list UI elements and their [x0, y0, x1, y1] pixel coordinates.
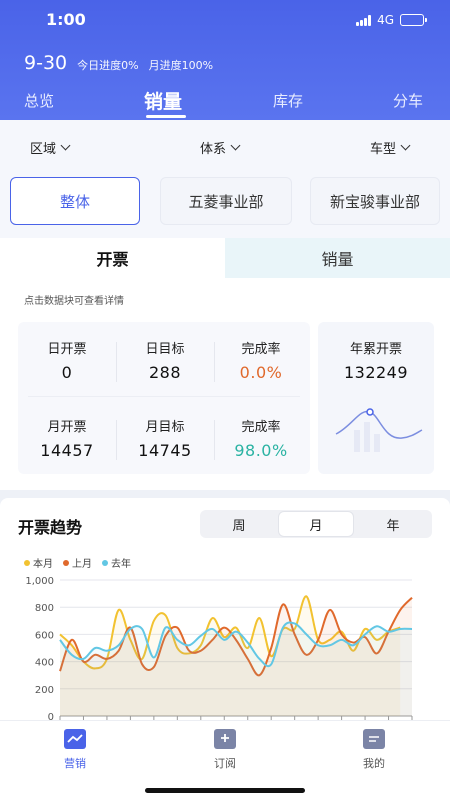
kpi-card: 开票 销量 点击数据块可查看详情 日开票 0 日目标 288 完成率 0.0% …	[0, 238, 450, 490]
signal-icon	[356, 14, 372, 26]
kpi-day-target[interactable]: 日目标 288	[116, 338, 214, 382]
tab-overview[interactable]: 总览	[24, 90, 54, 111]
system-filter-label: 体系	[200, 142, 227, 157]
monthly-progress: 月进度100%	[148, 59, 214, 72]
filter-panel: 区域 体系 车型 整体 五菱事业部 新宝骏事业部	[0, 120, 450, 238]
kpi-value: 98.0%	[234, 441, 288, 460]
kpi-label: 月开票	[47, 420, 87, 435]
period-year[interactable]: 年	[356, 512, 430, 536]
chart-icon	[64, 729, 86, 749]
trend-title: 开票趋势	[18, 518, 83, 537]
period-week[interactable]: 周	[202, 512, 276, 536]
kpi-month-target[interactable]: 月目标 14745	[116, 416, 214, 460]
legend-dot	[63, 559, 69, 566]
region-filter[interactable]: 区域	[30, 138, 71, 157]
chart-legend: 本月 上月 去年	[24, 555, 131, 570]
chevron-down-icon	[400, 140, 411, 151]
nav-marketing[interactable]: 营销	[35, 729, 115, 771]
hint-text: 点击数据块可查看详情	[24, 296, 124, 307]
message-icon	[363, 729, 385, 749]
nav-label: 订阅	[214, 757, 236, 770]
bookmark-plus-icon	[214, 729, 236, 749]
kpi-value: 14457	[40, 441, 94, 460]
region-filter-label: 区域	[30, 142, 57, 157]
active-tab-indicator	[146, 115, 186, 118]
top-tab-bar: 总览 销量 库存 分车	[0, 90, 450, 120]
trend-chart[interactable]: 0 200 400 600 800 1,000	[0, 570, 450, 720]
chevron-down-icon	[60, 140, 71, 151]
app-header: 1:00 4G 9-30 今日进度0% 月进度100% 总览 销量 库存 分车	[0, 0, 450, 120]
home-indicator	[145, 788, 305, 793]
nav-mine[interactable]: 我的	[334, 729, 414, 771]
y-tick-label: 200	[35, 685, 54, 696]
kpi-month-invoice[interactable]: 月开票 14457	[18, 416, 116, 460]
y-tick-label: 0	[48, 712, 54, 720]
y-tick-label: 1,000	[25, 576, 54, 587]
kpi-year-invoice[interactable]: 年累开票 132249	[318, 322, 434, 474]
division-selector: 整体 五菱事业部 新宝骏事业部	[10, 177, 440, 227]
legend-item[interactable]: 本月	[24, 555, 53, 570]
tab-invoice[interactable]: 开票	[0, 238, 225, 278]
chevron-down-icon	[230, 140, 241, 151]
legend-dot	[102, 559, 108, 566]
legend-label: 去年	[111, 559, 131, 570]
kpi-day-invoice[interactable]: 日开票 0	[18, 338, 116, 382]
nav-label: 我的	[363, 757, 385, 770]
y-tick-label: 400	[35, 658, 54, 669]
segment-overall[interactable]: 整体	[10, 177, 140, 225]
segment-new-baojun[interactable]: 新宝骏事业部	[310, 177, 440, 225]
kpi-value: 0	[61, 363, 73, 382]
nav-label: 营销	[64, 757, 86, 770]
kpi-label: 完成率	[241, 342, 281, 357]
system-filter[interactable]: 体系	[200, 138, 241, 157]
legend-label: 本月	[33, 559, 53, 570]
status-bar: 1:00 4G	[0, 10, 450, 32]
nav-subscribe[interactable]: 订阅	[185, 729, 265, 771]
kpi-value: 14745	[138, 441, 192, 460]
date-line: 9-30 今日进度0% 月进度100%	[24, 52, 213, 74]
tab-allocation[interactable]: 分车	[393, 90, 423, 111]
y-tick-label: 600	[35, 630, 54, 641]
network-label: 4G	[377, 13, 394, 27]
model-filter-label: 车型	[370, 142, 397, 157]
kpi-label: 完成率	[241, 420, 281, 435]
tab-inventory[interactable]: 库存	[273, 90, 303, 111]
status-time: 1:00	[46, 10, 86, 29]
model-filter[interactable]: 车型	[370, 138, 411, 157]
kpi-day-rate[interactable]: 完成率 0.0%	[212, 338, 310, 382]
legend-label: 上月	[72, 559, 92, 570]
period-month[interactable]: 月	[279, 512, 353, 536]
sparkline-icon	[335, 408, 423, 452]
y-tick-label: 800	[35, 603, 54, 614]
tab-sales-volume[interactable]: 销量	[225, 238, 450, 278]
legend-item[interactable]: 去年	[102, 555, 131, 570]
segment-wuling[interactable]: 五菱事业部	[160, 177, 292, 225]
kpi-label: 日开票	[47, 342, 87, 357]
legend-item[interactable]: 上月	[63, 555, 92, 570]
metric-tabs: 开票 销量	[0, 238, 450, 278]
current-date: 9-30	[24, 52, 68, 74]
kpi-month-rate[interactable]: 完成率 98.0%	[212, 416, 310, 460]
battery-icon	[400, 14, 427, 26]
kpi-label: 月目标	[145, 420, 185, 435]
period-toggle: 周 月 年	[200, 510, 432, 538]
kpi-value: 288	[148, 363, 182, 382]
trend-card: 开票趋势 周 月 年 本月 上月 去年 0 200 400 600 800 1,000	[0, 498, 450, 720]
legend-dot	[24, 559, 30, 566]
kpi-grid[interactable]: 日开票 0 日目标 288 完成率 0.0% 月开票 14457 月目标 147…	[18, 322, 310, 474]
filter-row: 区域 体系 车型	[0, 138, 450, 158]
divider	[28, 396, 300, 397]
kpi-value: 0.0%	[239, 363, 283, 382]
status-indicators: 4G	[356, 13, 427, 27]
tab-sales[interactable]: 销量	[144, 87, 182, 114]
daily-progress: 今日进度0%	[77, 59, 139, 72]
kpi-label: 日目标	[145, 342, 185, 357]
